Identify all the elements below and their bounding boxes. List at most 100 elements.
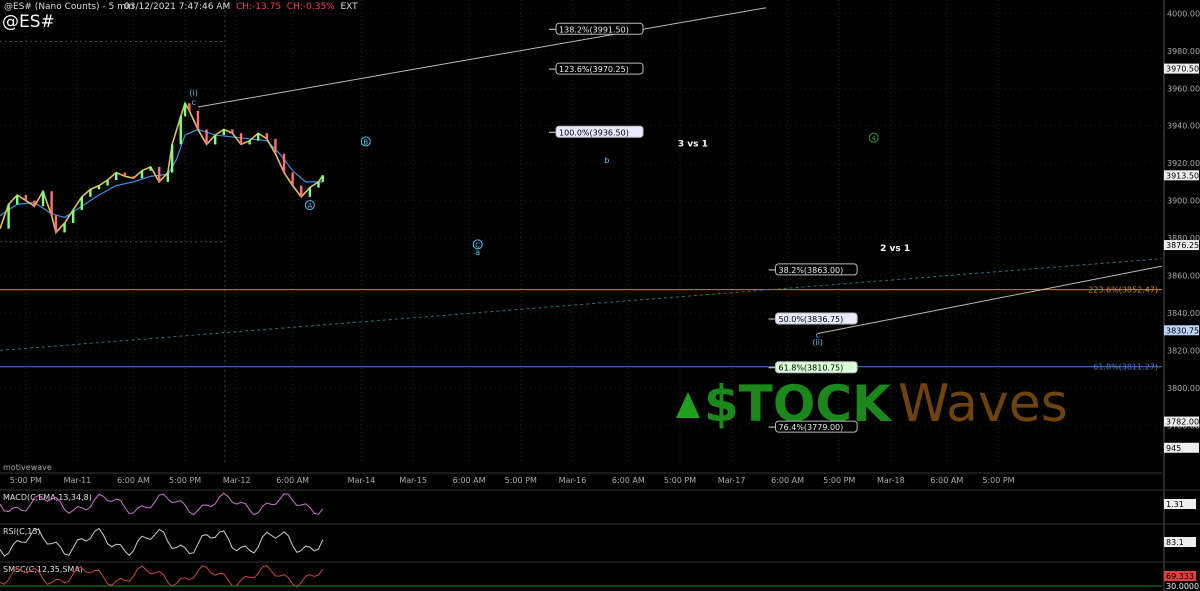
x-tick-label: 5:00 PM bbox=[823, 476, 855, 485]
y-tick-label: 3840.00 bbox=[1167, 309, 1200, 318]
price-candle bbox=[16, 194, 19, 205]
x-tick-label: 6:00 AM bbox=[771, 476, 804, 485]
price-candle bbox=[7, 204, 10, 229]
fib-label: 123.6%(3970.25) bbox=[559, 65, 629, 74]
wave-label: (ii) bbox=[812, 338, 823, 347]
level-line-label: 223.6%(3852.47) bbox=[1088, 286, 1158, 295]
x-tick-label: Mar-18 bbox=[877, 476, 905, 485]
y-tick-label: 3860.00 bbox=[1167, 272, 1200, 281]
price-label: 3876.25 bbox=[1166, 241, 1199, 250]
indicator-level-label: 30.0000 bbox=[1166, 582, 1199, 591]
price-candle bbox=[222, 129, 225, 136]
y-tick-label: 3980.00 bbox=[1167, 47, 1200, 56]
y-tick-label: 3960.00 bbox=[1167, 84, 1200, 93]
x-tick-label: 6:00 AM bbox=[612, 476, 645, 485]
header-datetime: 03/12/2021 7:47:46 AM bbox=[124, 2, 231, 12]
level-line-label: 61.8%(3811.27) bbox=[1093, 363, 1158, 372]
y-tick-label: 3920.00 bbox=[1167, 159, 1200, 168]
x-tick-label: 6:00 AM bbox=[117, 476, 150, 485]
price-candle bbox=[158, 166, 161, 182]
price-candle bbox=[97, 185, 101, 190]
y-tick-label: 4000.00 bbox=[1167, 9, 1200, 18]
price-label: 3970.50 bbox=[1166, 65, 1199, 74]
header-datetime-row: 03/12/2021 7:47:46 AM CH:-13.75 CH:-0.35… bbox=[124, 2, 358, 12]
price-candle bbox=[308, 187, 312, 197]
price-label: 3913.50 bbox=[1166, 171, 1199, 180]
x-tick-label: 5:00 PM bbox=[664, 476, 696, 485]
price-candle bbox=[24, 194, 28, 201]
indicator-name: RSI(C,13) bbox=[3, 527, 41, 536]
price-candle bbox=[80, 196, 83, 210]
fib-label: 138.2%(3991.50) bbox=[559, 25, 629, 34]
price-candle bbox=[50, 191, 53, 216]
chart-title: @ES# (Nano Counts) - 5 min bbox=[4, 2, 135, 12]
price-label: 3830.75 bbox=[1166, 326, 1199, 335]
price-candle bbox=[300, 185, 303, 197]
annotation: 2 vs 1 bbox=[880, 244, 910, 254]
x-tick-label: 6:00 AM bbox=[276, 476, 309, 485]
fib-label: 100.0%(3936.50) bbox=[559, 128, 629, 137]
indicator-value: 1.31 bbox=[1166, 500, 1184, 509]
price-chart[interactable]: $TOCK Waves 223.6%(3852.47) 61.8%(3811.27… bbox=[0, 0, 1200, 591]
price-candle bbox=[317, 181, 320, 188]
price-candle bbox=[170, 144, 174, 173]
price-candle bbox=[179, 116, 182, 145]
wave-label: A bbox=[307, 202, 312, 210]
price-candle bbox=[115, 172, 118, 181]
price-candle bbox=[188, 103, 191, 111]
price-candle bbox=[54, 215, 58, 233]
price-candle bbox=[41, 191, 45, 207]
wave-label: c bbox=[191, 98, 195, 107]
price-candle bbox=[149, 166, 152, 171]
price-candle bbox=[166, 172, 170, 182]
motivewave-watermark: motivewave bbox=[3, 463, 52, 472]
y-tick-label: 3800.00 bbox=[1167, 384, 1200, 393]
price-candle bbox=[257, 133, 260, 141]
x-tick-label: Mar-17 bbox=[718, 476, 746, 485]
header-session: EXT bbox=[340, 2, 358, 12]
x-tick-label: 5:00 PM bbox=[169, 476, 201, 485]
price-label: 945 bbox=[1166, 444, 1181, 453]
x-tick-label: 5:00 PM bbox=[982, 476, 1014, 485]
x-tick-label: 5:00 PM bbox=[10, 476, 42, 485]
wave-label: 4 bbox=[871, 135, 876, 143]
x-tick-label: Mar-14 bbox=[348, 476, 376, 485]
indicator-value: 83.1 bbox=[1166, 538, 1184, 547]
header-change: CH:-13.75 bbox=[235, 2, 282, 12]
fib-label: 38.2%(3863.00) bbox=[779, 266, 844, 275]
price-candle bbox=[213, 135, 217, 145]
wave-label: a bbox=[475, 248, 480, 257]
price-candle bbox=[274, 138, 277, 154]
x-tick-label: Mar-12 bbox=[223, 476, 251, 485]
x-tick-label: Mar-11 bbox=[64, 476, 92, 485]
price-candle bbox=[132, 176, 135, 179]
price-candle bbox=[63, 223, 66, 233]
wave-label: B bbox=[363, 138, 368, 146]
price-candle bbox=[282, 153, 286, 173]
wave-label: b bbox=[604, 156, 609, 165]
wave-label: (i) bbox=[189, 89, 197, 98]
price-candle bbox=[140, 170, 144, 179]
price-candle bbox=[248, 140, 251, 145]
stockwaves-watermark: $TOCK Waves bbox=[676, 374, 1068, 434]
price-candle bbox=[231, 129, 234, 134]
price-candle bbox=[89, 189, 92, 197]
x-tick-label: Mar-15 bbox=[399, 476, 427, 485]
y-tick-label: 3940.00 bbox=[1167, 122, 1200, 131]
price-candle bbox=[321, 175, 324, 182]
fib-label: 76.4%(3779.00) bbox=[779, 423, 844, 432]
fib-label: 50.0%(3836.75) bbox=[779, 315, 844, 324]
y-tick-label: 3820.00 bbox=[1167, 346, 1200, 355]
price-candle bbox=[196, 110, 200, 130]
price-label: 3782.00 bbox=[1166, 418, 1199, 427]
price-candle bbox=[239, 133, 243, 145]
symbol-label: @ES# bbox=[2, 12, 55, 32]
price-candle bbox=[265, 133, 269, 139]
price-candle bbox=[291, 172, 294, 186]
y-tick-label: 3900.00 bbox=[1167, 197, 1200, 206]
price-candle bbox=[183, 103, 187, 117]
header-change-pct: CH:-0.35% bbox=[286, 2, 335, 12]
indicator-value: 69.333 bbox=[1166, 572, 1194, 581]
x-tick-label: 6:00 AM bbox=[930, 476, 963, 485]
price-candle bbox=[205, 129, 208, 145]
